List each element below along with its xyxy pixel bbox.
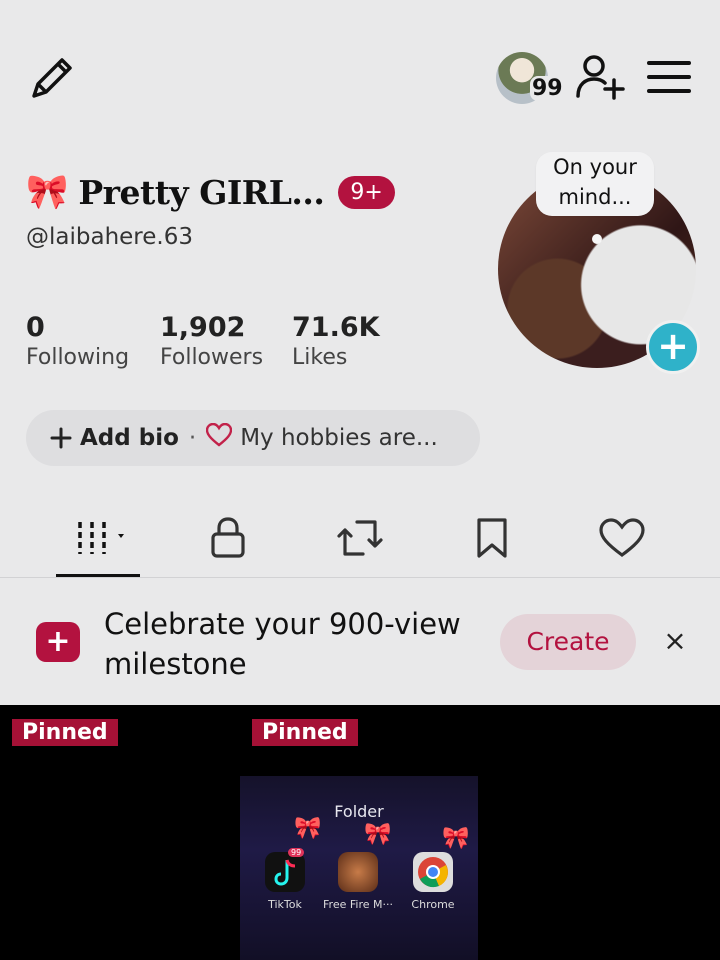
add-bio-label: Add bio [80, 425, 179, 451]
bio-pill[interactable]: Add bio · My hobbies are... [26, 410, 480, 466]
add-friend-button[interactable] [574, 52, 626, 100]
bio-hobbies: My hobbies are... [240, 425, 438, 451]
note-bubble-tail [592, 234, 602, 244]
edit-profile-button[interactable] [26, 52, 78, 104]
user-plus-icon [576, 55, 625, 100]
grid-icon [78, 522, 124, 554]
notification-badge[interactable]: 9+ [338, 175, 395, 209]
tab-private[interactable] [198, 512, 258, 564]
bow-decoration: 🎀 [364, 822, 392, 847]
display-name: Pretty GIRL... [78, 172, 325, 212]
milestone-text: Celebrate your 900-view milestone [104, 607, 461, 681]
pinned-label: Pinned [252, 719, 358, 746]
app-chrome: Chrome [398, 852, 468, 911]
stat-value: 1,902 [160, 312, 246, 343]
stat-followers[interactable]: 1,902 Followers [160, 312, 263, 370]
app-badge: 99 [288, 848, 305, 857]
username: @laibahere.63 [26, 224, 193, 250]
app-label: Free Fire M··· [323, 898, 393, 911]
note-bubble[interactable]: On your mind... [536, 152, 654, 216]
stat-following[interactable]: 0 Following [26, 312, 129, 370]
menu-button[interactable] [646, 58, 692, 96]
heart-outline-icon [206, 422, 233, 453]
plus-icon [50, 427, 72, 449]
add-bio-button[interactable]: Add bio [50, 425, 179, 451]
app-label: TikTok [268, 898, 302, 911]
video-tile[interactable] [482, 705, 720, 960]
avatar-count-badge: 99 [530, 76, 565, 101]
stat-label: Followers [160, 345, 264, 370]
menu-icon [647, 61, 691, 93]
bookmark-icon [477, 518, 507, 558]
bow-decoration: 🎀 [442, 826, 470, 851]
close-icon[interactable]: × [660, 626, 690, 656]
chrome-icon [413, 852, 453, 892]
bio-separator: · [188, 425, 197, 451]
stat-label: Likes [292, 345, 348, 370]
tab-videos[interactable] [66, 512, 126, 564]
app-label: Chrome [411, 898, 455, 911]
pinned-label: Pinned [12, 719, 118, 746]
stat-value: 0 [26, 312, 45, 343]
folder-title: Folder [334, 802, 384, 821]
app-free-fire: Free Fire M··· [323, 852, 393, 911]
heart-icon [599, 518, 645, 557]
divider [0, 577, 720, 578]
stat-likes[interactable]: 71.6K Likes [292, 312, 380, 370]
bow-emoji: 🎀 [26, 172, 69, 212]
add-story-button[interactable]: + [646, 320, 700, 374]
tab-reposts[interactable] [330, 512, 390, 564]
pencil-icon [32, 58, 72, 98]
repost-icon [337, 520, 383, 556]
stat-value: 71.6K [292, 312, 380, 343]
lock-icon [211, 517, 245, 558]
stat-label: Following [26, 345, 130, 370]
bow-decoration: 🎀 [294, 816, 322, 841]
tiktok-icon [265, 852, 305, 892]
tab-favorites[interactable] [462, 512, 522, 564]
name-row: 🎀 Pretty GIRL... 9+ [26, 172, 395, 212]
tab-liked[interactable] [592, 512, 652, 564]
milestone-plus-icon: + [36, 622, 80, 662]
app-tiktok: TikTok [250, 852, 320, 911]
free-fire-icon [338, 852, 378, 892]
create-button[interactable]: Create [500, 614, 636, 670]
